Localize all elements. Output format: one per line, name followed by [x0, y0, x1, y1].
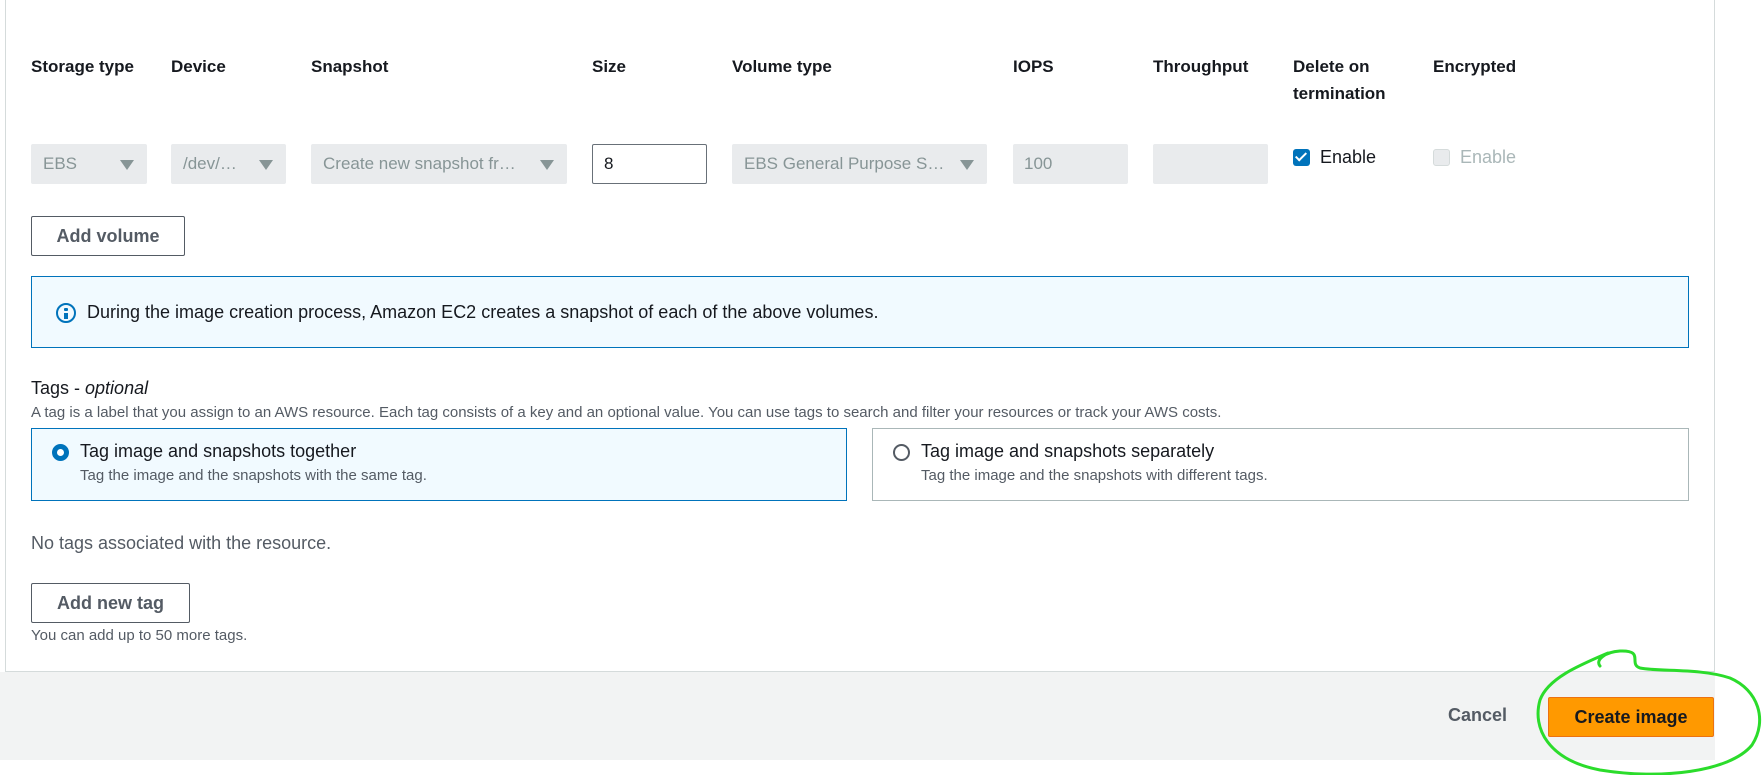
- header-delete-line2: termination: [1293, 84, 1386, 103]
- create-image-button[interactable]: Create image: [1548, 697, 1714, 737]
- encrypted-label: Enable: [1460, 147, 1517, 167]
- header-delete-on-termination: Delete on termination: [1293, 53, 1386, 107]
- tag-separately-radio[interactable]: [893, 444, 910, 461]
- size-input[interactable]: 8: [592, 144, 707, 184]
- snapshot-select[interactable]: Create new snapshot fr…: [311, 144, 567, 184]
- throughput-input[interactable]: [1153, 144, 1268, 184]
- header-snapshot: Snapshot: [311, 57, 389, 76]
- storage-type-value: EBS: [43, 154, 78, 173]
- header-size: Size: [592, 57, 627, 76]
- caret-down-icon: [960, 160, 974, 170]
- delete-on-termination-checkbox[interactable]: [1293, 149, 1310, 166]
- caret-down-icon: [120, 160, 134, 170]
- info-alert: During the image creation process, Amazo…: [31, 276, 1689, 348]
- info-alert-text: During the image creation process, Amazo…: [87, 302, 879, 322]
- volume-type-select[interactable]: EBS General Purpose S…: [732, 144, 987, 184]
- header-throughput: Throughput: [1153, 57, 1249, 76]
- tag-together-title: Tag image and snapshots together: [80, 441, 357, 461]
- tag-separately-title: Tag image and snapshots separately: [921, 441, 1215, 461]
- add-new-tag-button[interactable]: Add new tag: [31, 583, 190, 623]
- header-delete-line1: Delete on: [1293, 57, 1370, 76]
- tags-title-text: Tags -: [31, 378, 86, 398]
- caret-down-icon: [259, 160, 273, 170]
- tag-separately-option[interactable]: Tag image and snapshots separately Tag t…: [872, 428, 1689, 501]
- header-device: Device: [171, 57, 226, 76]
- tag-limit-hint: You can add up to 50 more tags.: [31, 627, 248, 644]
- tag-separately-description: Tag the image and the snapshots with dif…: [921, 467, 1268, 484]
- header-iops: IOPS: [1013, 57, 1054, 76]
- volume-type-value: EBS General Purpose S…: [744, 154, 945, 173]
- snapshot-value: Create new snapshot fr…: [323, 154, 516, 173]
- add-volume-button[interactable]: Add volume: [31, 216, 185, 256]
- header-volume-type: Volume type: [732, 57, 832, 76]
- header-storage-type: Storage type: [31, 57, 134, 76]
- device-value: /dev/…: [183, 154, 237, 173]
- iops-input[interactable]: 100: [1013, 144, 1128, 184]
- no-tags-message: No tags associated with the resource.: [31, 533, 332, 553]
- tags-title: Tags - optional: [31, 375, 148, 401]
- info-icon: [56, 303, 76, 323]
- tag-together-option[interactable]: Tag image and snapshots together Tag the…: [31, 428, 847, 501]
- tag-together-radio[interactable]: [52, 444, 69, 461]
- caret-down-icon: [540, 160, 554, 170]
- header-encrypted: Encrypted: [1433, 57, 1517, 76]
- storage-type-select[interactable]: EBS: [31, 144, 147, 184]
- tags-title-optional: optional: [85, 378, 149, 398]
- device-select[interactable]: /dev/…: [171, 144, 286, 184]
- tag-together-description: Tag the image and the snapshots with the…: [80, 467, 427, 484]
- cancel-button[interactable]: Cancel: [1448, 702, 1507, 728]
- encrypted-checkbox[interactable]: [1433, 149, 1450, 166]
- delete-on-termination-label: Enable: [1320, 147, 1377, 167]
- tags-description: A tag is a label that you assign to an A…: [31, 404, 1222, 421]
